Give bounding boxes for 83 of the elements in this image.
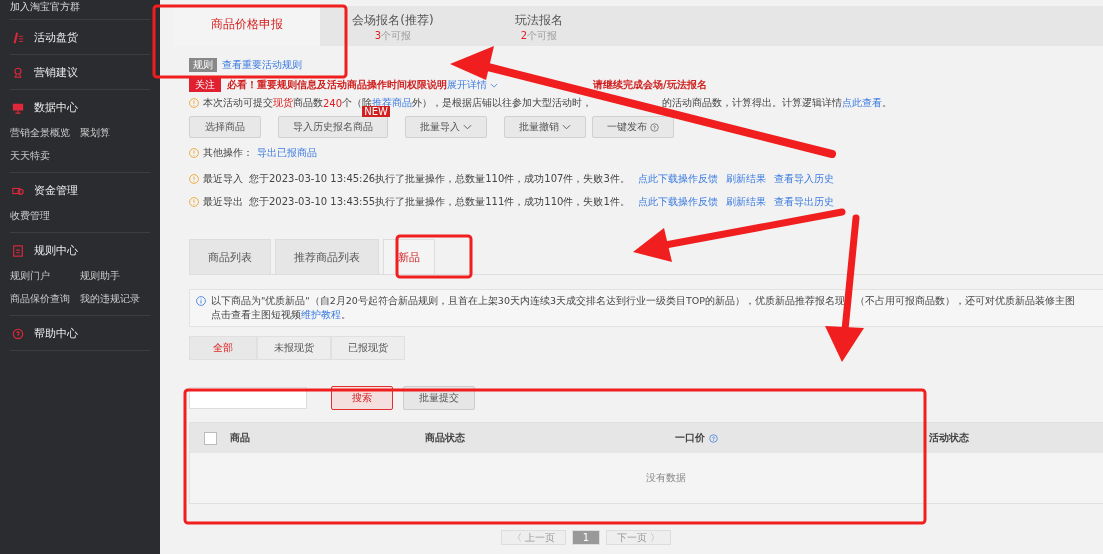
action-button[interactable]: 批量撤销 <box>504 116 586 138</box>
info-text: 。 <box>882 96 893 110</box>
log-link[interactable]: 刷新结果 <box>725 172 766 186</box>
rules-link[interactable]: 查看重要活动规则 <box>222 58 302 72</box>
bars-icon <box>12 31 24 44</box>
tab[interactable]: 推荐商品列表 <box>275 239 379 274</box>
log-text: 您于2023-03-10 13:45:26执行了批量操作，总数量110件，成功107件，失败3件。 <box>249 172 630 186</box>
column-header: 商品 <box>230 431 250 445</box>
action-button[interactable]: 批量导入 <box>405 116 487 138</box>
sidebar-link[interactable]: 我的违规记录 <box>80 292 150 306</box>
info-icon <box>196 296 206 306</box>
sidebar-link[interactable]: 聚划算 <box>80 126 150 140</box>
info-text: 现货 <box>273 96 293 110</box>
log-link[interactable]: 查看导入历史 <box>773 172 834 186</box>
tab[interactable]: 玩法报名 2个可报 <box>466 6 612 46</box>
info-text: 外），是根据店铺以往参加大型活动时， <box>412 96 593 110</box>
info-link[interactable]: 点此查看 <box>842 96 883 110</box>
tip-text: （不占用可报商品数），还可对优质新品装修主图 <box>855 295 1075 306</box>
tip-text: 。 <box>341 309 351 320</box>
help-icon <box>12 327 24 340</box>
help-icon <box>709 433 718 443</box>
tab[interactable]: 会场报名(推荐) 3个可报 <box>320 6 466 46</box>
action-button[interactable]: 一键发布 <box>592 116 674 138</box>
sidebar-link[interactable]: 天天特卖 <box>10 149 80 163</box>
sidebar-link[interactable]: 营销全景概览 <box>10 126 80 140</box>
notice-text: 必看！重要规则信息及活动商品操作时间权限说明 <box>227 78 447 92</box>
log-title: 最近导入 <box>203 172 243 186</box>
column-header: 商品状态 <box>425 431 465 445</box>
sidebar-heading[interactable]: 营销建议 <box>34 65 78 80</box>
checkbox[interactable] <box>203 431 217 445</box>
filter-tab[interactable]: 未报现货 <box>257 336 331 360</box>
log-link[interactable]: 刷新结果 <box>725 195 766 209</box>
sidebar-link[interactable]: 商品保价查询 <box>10 292 80 306</box>
chevron-icon <box>490 82 498 88</box>
info-icon <box>189 148 199 158</box>
sidebar-link[interactable]: 收费管理 <box>10 209 80 223</box>
export-link[interactable]: 导出已报商品 <box>257 146 317 160</box>
info-icon <box>189 174 199 184</box>
info-text: 商品数 <box>293 96 323 110</box>
sidebar-link[interactable]: 规则门户 <box>10 269 80 283</box>
notice-text: 请继续完成会场/玩法报名 <box>593 78 707 92</box>
sidebar-link[interactable]: 加入淘宝官方群 <box>10 1 80 12</box>
log-link[interactable]: 点此下载操作反馈 <box>637 172 718 186</box>
rules-tag: 规则 <box>189 58 217 72</box>
log-link[interactable]: 点此下载操作反馈 <box>637 195 718 209</box>
info-icon <box>189 197 199 207</box>
filter-tab[interactable]: 已报现货 <box>331 336 405 360</box>
sidebar-heading[interactable]: 资金管理 <box>34 183 78 198</box>
log-link[interactable]: 查看导出历史 <box>773 195 834 209</box>
other-label: 其他操作： <box>203 146 253 160</box>
monitor-icon <box>12 101 24 114</box>
column-header: 活动状态 <box>929 431 969 445</box>
column-header: 一口价 <box>675 431 705 445</box>
sidebar-heading[interactable]: 帮助中心 <box>34 326 78 341</box>
sidebar-heading[interactable]: 规则中心 <box>34 243 78 258</box>
search-button[interactable]: 搜索 <box>331 386 393 410</box>
info-text: 240 <box>323 97 343 109</box>
sidebar-link[interactable]: 规则助手 <box>80 269 150 283</box>
tip-text: 以下商品为"优质新品"（自2月20号起符合新品规则，且首在上架30天内连续3天成交排名达到行业一级类目TOP的新品），优质新品推荐报名现 <box>211 295 845 306</box>
tutorial-link[interactable]: 维护教程 <box>301 309 341 320</box>
log-title: 最近导出 <box>203 195 243 209</box>
tab[interactable]: 商品列表 <box>189 239 271 274</box>
filter-tab[interactable]: 全部 <box>189 336 257 360</box>
chevron-icon <box>562 124 571 130</box>
new-badge: NEW <box>362 106 390 117</box>
sidebar-heading[interactable]: 数据中心 <box>34 100 78 115</box>
tab[interactable]: 商品价格申报 <box>174 6 320 46</box>
action-button[interactable]: 选择商品 <box>189 116 261 138</box>
chevron-icon <box>463 124 472 130</box>
help-icon <box>650 122 659 132</box>
tab[interactable]: 新品 <box>383 239 435 274</box>
info-text: 本次活动可提交 <box>203 96 273 110</box>
info-icon <box>189 98 199 108</box>
tip-text: 点击查看主图短视频 <box>211 309 301 320</box>
submit-button[interactable]: 批量提交 <box>403 386 475 410</box>
info-text: 的活动商品数，计算得出。计算逻辑详情 <box>662 96 843 110</box>
sidebar-heading[interactable]: 活动盘货 <box>34 30 78 45</box>
expand-link[interactable]: 展开详情 <box>447 78 487 92</box>
badge-icon <box>12 66 24 79</box>
empty-message: 没有数据 <box>646 471 686 485</box>
action-button[interactable]: 导入历史报名商品 <box>278 116 388 138</box>
log-text: 您于2023-03-10 13:43:55执行了批量操作，总数量111件，成功110件，失败1件。 <box>249 195 630 209</box>
document-icon <box>12 244 24 257</box>
